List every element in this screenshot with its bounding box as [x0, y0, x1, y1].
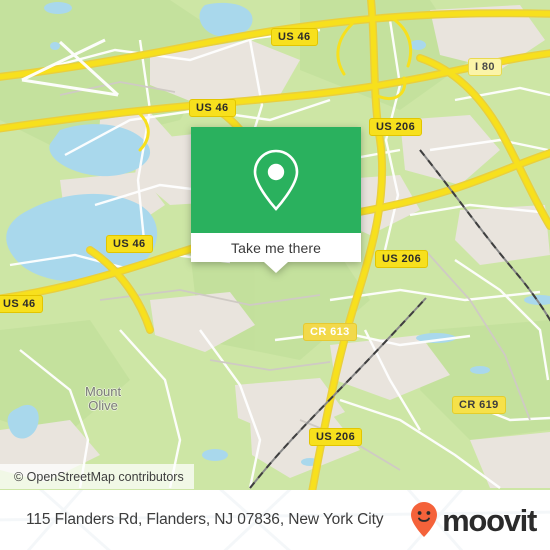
road-shield-us-206: US 206 [309, 428, 363, 446]
footer-content: 115 Flanders Rd, Flanders, NJ 07836, New… [0, 490, 550, 550]
location-pin-icon [253, 149, 299, 211]
road-shield-cr-613: CR 613 [303, 323, 357, 341]
popup-action-bar[interactable]: Take me there [191, 233, 361, 273]
map-attribution[interactable]: © OpenStreetMap contributors [0, 464, 194, 489]
road-shield-us-206: US 206 [369, 118, 423, 136]
road-shield-us-46: US 46 [271, 28, 318, 46]
destination-popup[interactable]: Take me there [191, 127, 361, 273]
address-text: 115 Flanders Rd, Flanders, NJ 07836, New… [26, 511, 384, 528]
popup-image-area [191, 127, 361, 233]
moovit-logo[interactable]: moovit [409, 501, 537, 539]
road-shield-us-46: US 46 [0, 295, 43, 313]
road-shield-us-46: US 46 [189, 99, 236, 117]
map-canvas[interactable]: US 46 I 80 US 46 US 206 US 46 US 206 US … [0, 0, 550, 490]
moovit-wordmark: moovit [442, 502, 537, 538]
road-shield-i-80: I 80 [468, 58, 502, 76]
take-me-there-label: Take me there [230, 239, 321, 256]
moovit-map-screen: US 46 I 80 US 46 US 206 US 46 US 206 US … [0, 0, 550, 550]
popup-pointer-tail [264, 262, 288, 273]
road-shield-cr-619: CR 619 [452, 396, 506, 414]
moovit-pin-icon [411, 502, 438, 537]
place-label-line-1: Mount [85, 384, 122, 399]
attribution-text: © OpenStreetMap contributors [14, 469, 184, 484]
road-shield-us-46: US 46 [106, 235, 153, 253]
place-label-line-2: Olive [88, 398, 118, 413]
place-label-mount-olive: Mount Olive [85, 385, 121, 413]
road-shield-us-206: US 206 [375, 250, 429, 268]
footer-bar: 115 Flanders Rd, Flanders, NJ 07836, New… [0, 490, 550, 550]
